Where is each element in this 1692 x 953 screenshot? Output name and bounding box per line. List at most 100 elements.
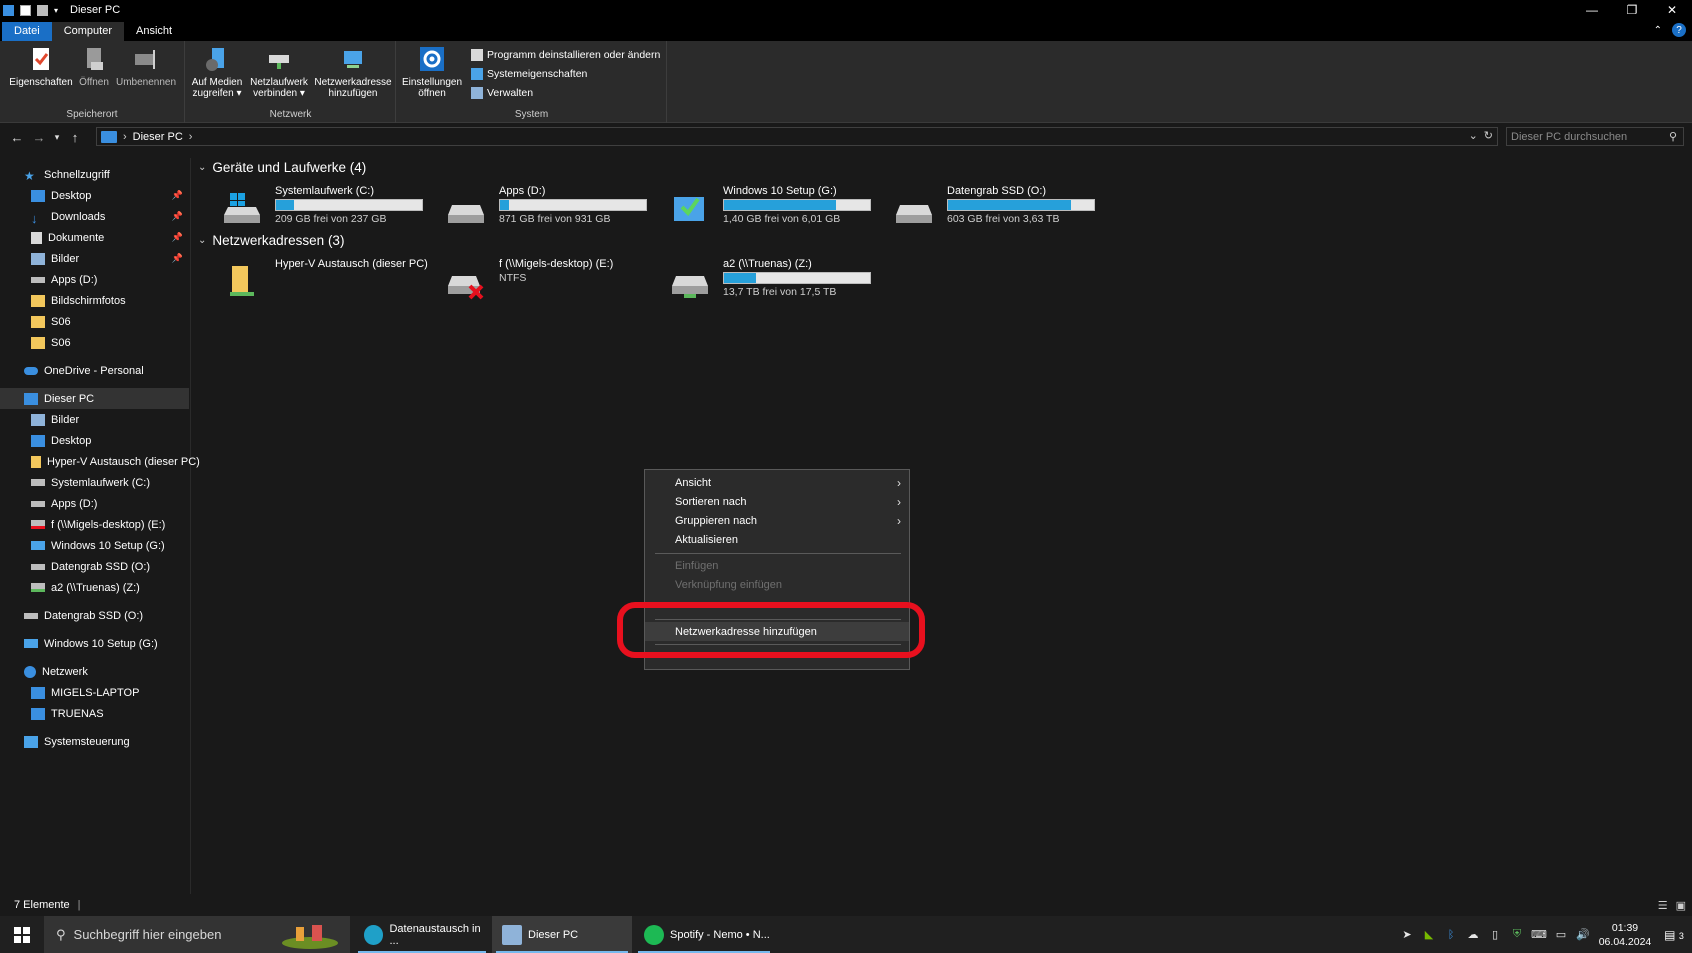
nav-pc-drive-z[interactable]: a2 (\\Truenas) (Z:): [0, 577, 189, 598]
nav-pc-drive-g[interactable]: Windows 10 Setup (G:): [0, 535, 189, 556]
nav-quick-access[interactable]: ★ Schnellzugriff: [0, 164, 189, 185]
access-media-button[interactable]: Auf Medien zugreifen ▾: [188, 45, 246, 99]
menu-item-paste-shortcut[interactable]: Verknüpfung einfügen: [645, 575, 909, 594]
tab-computer[interactable]: Computer: [51, 22, 124, 41]
breadcrumb-this-pc[interactable]: Dieser PC: [133, 131, 183, 143]
nav-quick-pictures[interactable]: Bilder 📌: [0, 248, 189, 269]
notification-center-button[interactable]: ▤ 3: [1656, 928, 1692, 942]
properties-button[interactable]: Eigenschaften: [8, 45, 74, 88]
security-icon[interactable]: ⛨: [1506, 928, 1528, 941]
chevron-down-icon[interactable]: ⌄: [198, 235, 206, 246]
netloc-tile-hyperv[interactable]: Hyper-V Austausch (dieser PC): [208, 258, 428, 308]
drive-tile-c[interactable]: Systemlaufwerk (C:) 209 GB frei von 237 …: [208, 185, 423, 235]
recent-locations-chevron-icon[interactable]: ▾: [50, 132, 64, 143]
tiles-view-icon[interactable]: ▣: [1676, 899, 1686, 912]
nav-control-panel[interactable]: Systemsteuerung: [0, 731, 189, 752]
telegram-icon[interactable]: ➤: [1396, 928, 1418, 941]
close-button[interactable]: ✕: [1652, 0, 1692, 20]
menu-item-refresh[interactable]: Aktualisieren: [645, 530, 909, 549]
nav-pc-drive-d[interactable]: Apps (D:): [0, 493, 189, 514]
forward-arrow-icon[interactable]: →: [28, 130, 50, 145]
maximize-button[interactable]: ❐: [1612, 0, 1652, 20]
nav-pc-hyperv[interactable]: Hyper-V Austausch (dieser PC): [0, 451, 200, 472]
minimize-button[interactable]: —: [1572, 0, 1612, 20]
clock[interactable]: 01:39 06.04.2024: [1594, 921, 1656, 949]
uninstall-program-link[interactable]: Programm deinstallieren oder ändern: [471, 45, 660, 64]
address-field[interactable]: › Dieser PC › ⌄ ↻: [96, 127, 1498, 146]
chevron-down-icon[interactable]: ⌄: [198, 162, 206, 173]
menu-item-group[interactable]: Gruppieren nach ›: [645, 511, 909, 530]
nav-network[interactable]: Netzwerk: [0, 661, 189, 682]
tab-file[interactable]: Datei: [2, 22, 52, 41]
search-icon[interactable]: ⚲: [1669, 130, 1677, 143]
nav-pc-desktop[interactable]: Desktop: [0, 430, 189, 451]
nav-quick-documents[interactable]: Dokumente 📌: [0, 227, 189, 248]
nav-quick-s06-1[interactable]: S06: [0, 311, 189, 332]
up-arrow-icon[interactable]: ↑: [64, 130, 86, 145]
details-view-icon[interactable]: ☰: [1658, 899, 1668, 912]
keyboard-icon[interactable]: ⌨: [1528, 928, 1550, 941]
taskbar-app-explorer[interactable]: Dieser PC: [492, 916, 632, 953]
nav-quick-desktop[interactable]: Desktop 📌: [0, 185, 189, 206]
breadcrumb-chevron-icon[interactable]: ›: [189, 131, 193, 143]
netloc-name: f (\\Migels-desktop) (E:): [499, 258, 614, 270]
nav-pc-pictures[interactable]: Bilder: [0, 409, 189, 430]
nav-quick-screenshots[interactable]: Bildschirmfotos: [0, 290, 189, 311]
back-arrow-icon[interactable]: ←: [6, 130, 28, 145]
volume-icon[interactable]: 🔊: [1572, 928, 1594, 941]
usb-icon[interactable]: ▯: [1484, 928, 1506, 941]
map-network-drive-button[interactable]: Netzlaufwerk verbinden ▾: [248, 45, 310, 99]
taskbar-app-edge[interactable]: Datenaustausch in ...: [354, 916, 490, 953]
start-button[interactable]: [0, 916, 44, 953]
help-icon[interactable]: ?: [1672, 23, 1686, 37]
nav-quick-downloads[interactable]: ↓ Downloads 📌: [0, 206, 189, 227]
network-icon[interactable]: ▭: [1550, 928, 1572, 941]
nvidia-icon[interactable]: ◣: [1418, 928, 1440, 941]
chevron-down-icon[interactable]: ▾: [54, 6, 58, 15]
nav-pc-drive-c[interactable]: Systemlaufwerk (C:): [0, 472, 189, 493]
netloc-tile-e[interactable]: f (\\Migels-desktop) (E:) NTFS: [432, 258, 647, 308]
nav-network-migels-laptop[interactable]: MIGELS-LAPTOP: [0, 682, 189, 703]
onedrive-icon[interactable]: ☁: [1462, 928, 1484, 941]
nav-win10-setup[interactable]: Windows 10 Setup (G:): [0, 633, 189, 654]
pin-icon[interactable]: 📌: [172, 211, 183, 222]
netloc-tile-z[interactable]: a2 (\\Truenas) (Z:) 13,7 TB frei von 17,…: [656, 258, 871, 308]
menu-item-sort[interactable]: Sortieren nach ›: [645, 492, 909, 511]
taskbar-search-box[interactable]: ⚲ Suchbegriff hier eingeben: [44, 916, 350, 953]
chevron-up-icon[interactable]: ⌃: [1654, 25, 1662, 36]
drive-tile-d[interactable]: Apps (D:) 871 GB frei von 931 GB: [432, 185, 647, 235]
taskbar-app-spotify[interactable]: Spotify - Nemo • N...: [634, 916, 774, 953]
menu-item-paste[interactable]: Einfügen: [645, 556, 909, 575]
breadcrumb-separator-icon[interactable]: ›: [123, 131, 127, 143]
drive-tile-o[interactable]: Datengrab SSD (O:) 603 GB frei von 3,63 …: [880, 185, 1095, 235]
refresh-icon[interactable]: ↻: [1484, 129, 1493, 142]
nav-onedrive[interactable]: OneDrive - Personal: [0, 360, 189, 381]
menu-item-view[interactable]: Ansicht ›: [645, 473, 909, 492]
bluetooth-icon[interactable]: ᛒ: [1440, 929, 1462, 941]
content-area[interactable]: ⌄ Geräte und Laufwerke (4) Systemlaufwer…: [192, 150, 1692, 894]
rename-button[interactable]: Umbenennen: [114, 45, 178, 88]
drive-tile-g[interactable]: Windows 10 Setup (G:) 1,40 GB frei von 6…: [656, 185, 871, 235]
nav-quick-apps-d[interactable]: Apps (D:): [0, 269, 189, 290]
nav-pc-drive-o[interactable]: Datengrab SSD (O:): [0, 556, 189, 577]
group-header-devices[interactable]: ⌄ Geräte und Laufwerke (4): [198, 160, 366, 175]
address-dropdown-icon[interactable]: ⌄: [1469, 129, 1478, 142]
pin-icon[interactable]: 📌: [172, 253, 183, 264]
system-properties-link[interactable]: Systemeigenschaften: [471, 64, 660, 83]
manage-link[interactable]: Verwalten: [471, 83, 660, 102]
nav-datengrab[interactable]: Datengrab SSD (O:): [0, 605, 189, 626]
pin-icon[interactable]: 📌: [172, 232, 183, 243]
properties-qat-icon[interactable]: [20, 4, 31, 16]
tab-view[interactable]: Ansicht: [124, 22, 184, 41]
pin-icon[interactable]: 📌: [172, 190, 183, 201]
nav-quick-s06-2[interactable]: S06: [0, 332, 189, 353]
open-button[interactable]: Öffnen: [76, 45, 112, 88]
search-input[interactable]: Dieser PC durchsuchen ⚲: [1506, 127, 1684, 146]
nav-pc-drive-e[interactable]: f (\\Migels-desktop) (E:): [0, 514, 189, 535]
group-header-network-locations[interactable]: ⌄ Netzwerkadressen (3): [198, 233, 344, 248]
nav-network-truenas[interactable]: TRUENAS: [0, 703, 189, 724]
open-settings-button[interactable]: Einstellungen öffnen: [399, 45, 465, 99]
nav-this-pc[interactable]: Dieser PC: [0, 388, 189, 409]
new-folder-qat-icon[interactable]: [37, 4, 48, 16]
add-network-location-button[interactable]: Netzwerkadresse hinzufügen: [312, 45, 394, 99]
